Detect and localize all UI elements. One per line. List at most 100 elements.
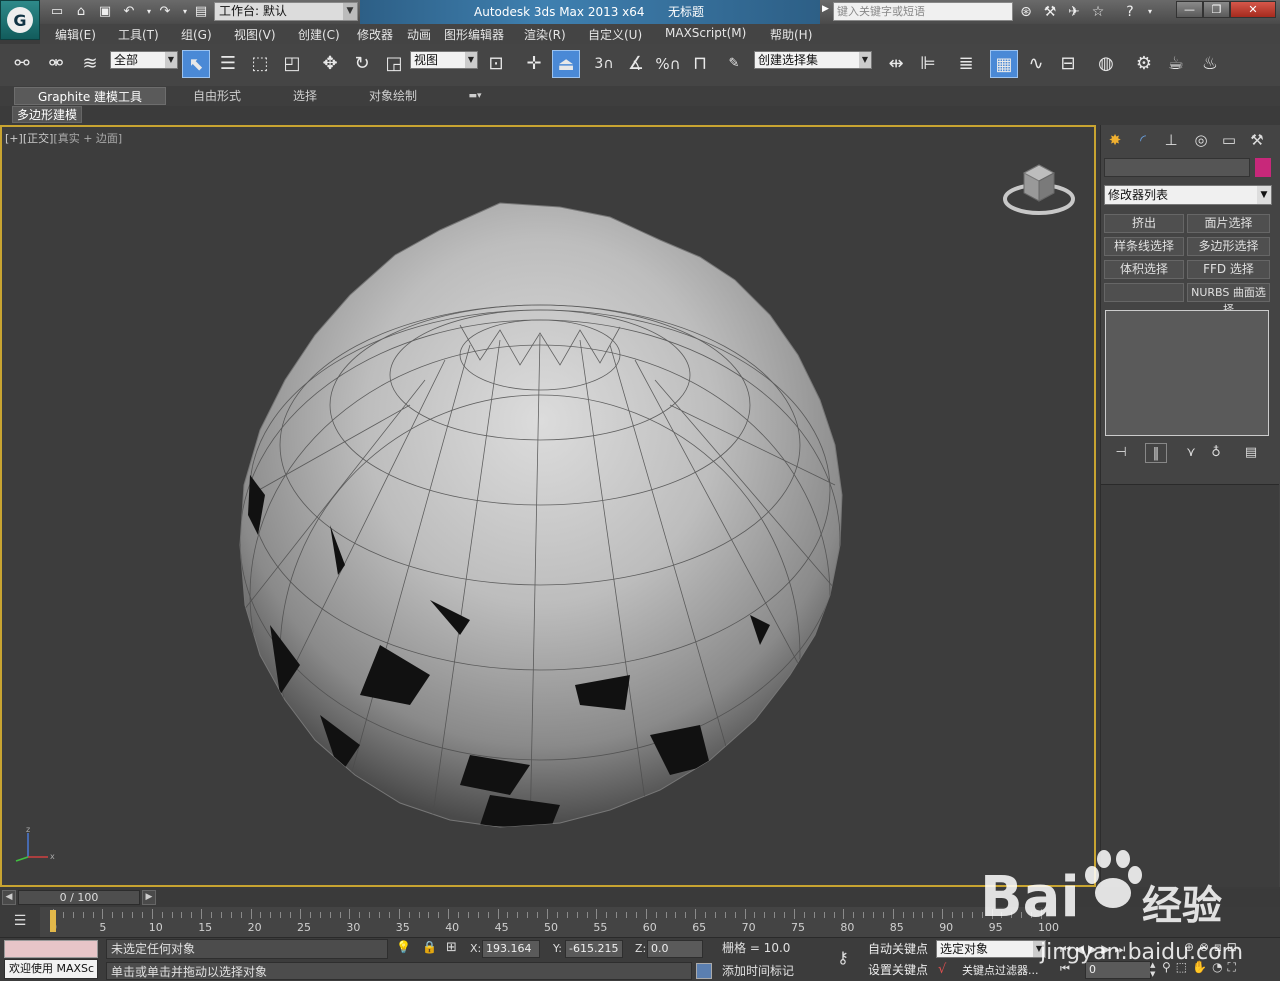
menu-group[interactable]: 组(G) xyxy=(181,26,212,43)
object-color-swatch[interactable] xyxy=(1255,158,1271,177)
modifier-ffd-select-button[interactable]: FFD 选择 xyxy=(1187,260,1270,279)
menu-maxscript[interactable]: MAXScript(M) xyxy=(665,26,746,40)
tab-graphite-modeling[interactable]: Graphite 建模工具 xyxy=(14,87,166,105)
pin-stack-icon[interactable]: ⊣ xyxy=(1110,443,1132,463)
named-selection-dropdown[interactable]: 创建选择集 ▼ xyxy=(754,51,872,69)
project-folder-icon[interactable]: ▤ xyxy=(192,3,210,21)
workspace-dropdown[interactable]: 工作台: 默认 ▼ xyxy=(214,2,358,21)
restore-button[interactable]: ❐ xyxy=(1203,1,1230,18)
mirror-icon[interactable]: ⇹ xyxy=(882,50,910,78)
wrench-key-icon[interactable]: ⚒ xyxy=(1040,3,1060,21)
help-dropdown-icon[interactable]: ▾ xyxy=(1140,3,1160,21)
rendered-frame-icon[interactable]: ☕ xyxy=(1162,50,1190,78)
communication-icon[interactable]: ✈ xyxy=(1064,3,1084,21)
rotate-icon[interactable]: ↻ xyxy=(348,50,376,78)
modifier-empty-button[interactable] xyxy=(1104,283,1184,302)
welcome-field[interactable]: 欢迎使用 MAXSc xyxy=(4,959,98,979)
save-icon[interactable]: ▣ xyxy=(96,3,114,21)
absolute-mode-icon[interactable]: ⊞ xyxy=(446,940,464,958)
pivot-center-icon[interactable]: ⊡ xyxy=(482,50,510,78)
make-unique-icon[interactable]: ⋎ xyxy=(1180,443,1202,463)
rock-sphere-mesh[interactable] xyxy=(230,195,850,835)
schematic-view-icon[interactable]: ⊟ xyxy=(1054,50,1082,78)
create-icon[interactable]: ✸ xyxy=(1102,128,1128,152)
percent-snap-icon[interactable]: %∩ xyxy=(654,50,682,78)
manipulate-icon[interactable]: ✛ xyxy=(520,50,548,78)
material-editor-icon[interactable]: ◍ xyxy=(1092,50,1120,78)
link-icon[interactable]: ⚯ xyxy=(8,50,36,78)
menu-create[interactable]: 创建(C) xyxy=(298,26,340,43)
window-crossing-icon[interactable]: ◰ xyxy=(278,50,306,78)
menu-edit[interactable]: 编辑(E) xyxy=(55,26,96,43)
help-icon[interactable]: ? xyxy=(1120,3,1140,21)
select-by-name-icon[interactable]: ☰ xyxy=(214,50,242,78)
align-icon[interactable]: ⊫ xyxy=(914,50,942,78)
hierarchy-icon[interactable]: ⊥ xyxy=(1158,128,1184,152)
move-icon[interactable]: ✥ xyxy=(316,50,344,78)
graphite-toggle-icon[interactable]: ▦ xyxy=(990,50,1018,78)
search-input[interactable]: 键入关键字或短语 xyxy=(833,2,1013,21)
menu-help[interactable]: 帮助(H) xyxy=(770,26,812,43)
spinner-snap-icon[interactable]: ⊓ xyxy=(686,50,714,78)
menu-rendering[interactable]: 渲染(R) xyxy=(524,26,566,43)
menu-graph-editors[interactable]: 图形编辑器 xyxy=(444,26,504,43)
keyboard-shortcut-override-icon[interactable]: ⏏ xyxy=(552,50,580,78)
star-icon[interactable]: ☆ xyxy=(1088,3,1108,21)
modify-icon[interactable]: ◜ xyxy=(1130,128,1156,152)
viewport-menu-label[interactable]: [+] xyxy=(5,132,23,145)
scale-icon[interactable]: ◲ xyxy=(380,50,408,78)
layer-manager-icon[interactable]: ≣ xyxy=(952,50,980,78)
viewport-shading-label[interactable]: [真实 + 边面] xyxy=(53,132,122,145)
modifier-nurbs-select-button[interactable]: NURBS 曲面选择 xyxy=(1187,283,1270,316)
time-prev-icon[interactable]: ◀ xyxy=(2,890,16,905)
bind-space-warp-icon[interactable]: ≋ xyxy=(76,50,104,78)
auto-key-button[interactable]: 自动关键点 xyxy=(868,940,928,959)
redo-icon[interactable]: ↷ xyxy=(156,3,174,21)
modifier-stack-view[interactable] xyxy=(1105,310,1269,436)
open-file-icon[interactable]: ⌂ xyxy=(72,3,90,21)
tab-freeform[interactable]: 自由形式 xyxy=(180,87,254,105)
select-object-icon[interactable]: ⬉ xyxy=(182,50,210,78)
tab-selection[interactable]: 选择 xyxy=(280,87,330,105)
reference-coord-dropdown[interactable]: 视图 ▼ xyxy=(410,51,478,69)
new-file-icon[interactable]: ▭ xyxy=(48,3,66,21)
rect-selection-icon[interactable]: ⬚ xyxy=(246,50,274,78)
viewport-label[interactable]: [+][正交][真实 + 边面] xyxy=(5,130,122,146)
panel-polygon-modeling[interactable]: 多边形建模 xyxy=(12,106,82,123)
remove-modifier-icon[interactable]: ♁ xyxy=(1205,443,1227,463)
tab-object-paint[interactable]: 对象绘制 xyxy=(358,87,428,105)
modifier-poly-select-button[interactable]: 多边形选择 xyxy=(1187,237,1270,256)
close-button[interactable]: ✕ xyxy=(1230,1,1276,18)
ribbon-options-icon[interactable]: ▬▾ xyxy=(462,87,488,105)
current-frame-marker[interactable] xyxy=(50,910,56,932)
motion-icon[interactable]: ◎ xyxy=(1188,128,1214,152)
app-menu-button[interactable]: G xyxy=(0,0,40,40)
menu-modifiers[interactable]: 修改器 xyxy=(357,26,393,43)
lock-selection-icon[interactable]: 🔒 xyxy=(422,940,437,958)
coord-x-field[interactable]: 193.164 xyxy=(482,940,540,958)
edit-named-selection-icon[interactable]: ✎ xyxy=(720,50,748,78)
snap-toggle-icon[interactable]: 3∩ xyxy=(590,50,618,78)
coord-y-field[interactable]: -615.215 xyxy=(565,940,623,958)
time-next-icon[interactable]: ▶ xyxy=(142,890,156,905)
modifier-spline-select-button[interactable]: 样条线选择 xyxy=(1104,237,1184,256)
viewcube[interactable] xyxy=(1002,155,1076,219)
menu-tools[interactable]: 工具(T) xyxy=(118,26,159,43)
menu-views[interactable]: 视图(V) xyxy=(234,26,276,43)
time-slider-thumb[interactable]: 0 / 100 xyxy=(18,890,140,905)
viewport-view-label[interactable]: [正交] xyxy=(23,132,54,145)
minimize-button[interactable]: — xyxy=(1176,1,1203,18)
object-name-field[interactable] xyxy=(1104,158,1250,177)
menu-animation[interactable]: 动画 xyxy=(407,26,431,43)
render-setup-icon[interactable]: ⚙ xyxy=(1130,50,1158,78)
utilities-icon[interactable]: ⚒ xyxy=(1244,128,1270,152)
menu-customize[interactable]: 自定义(U) xyxy=(588,26,642,43)
selection-filter-dropdown[interactable]: 全部 ▼ xyxy=(110,51,178,69)
isolate-selection-icon[interactable]: 💡 xyxy=(396,940,411,958)
display-icon[interactable]: ▭ xyxy=(1216,128,1242,152)
unlink-icon[interactable]: ⚮ xyxy=(42,50,70,78)
show-end-result-icon[interactable]: ‖ xyxy=(1145,443,1167,463)
set-key-button[interactable]: 设置关键点 xyxy=(868,961,928,980)
undo-icon[interactable]: ↶ xyxy=(120,3,138,21)
add-time-tag[interactable]: 添加时间标记 xyxy=(718,962,816,980)
